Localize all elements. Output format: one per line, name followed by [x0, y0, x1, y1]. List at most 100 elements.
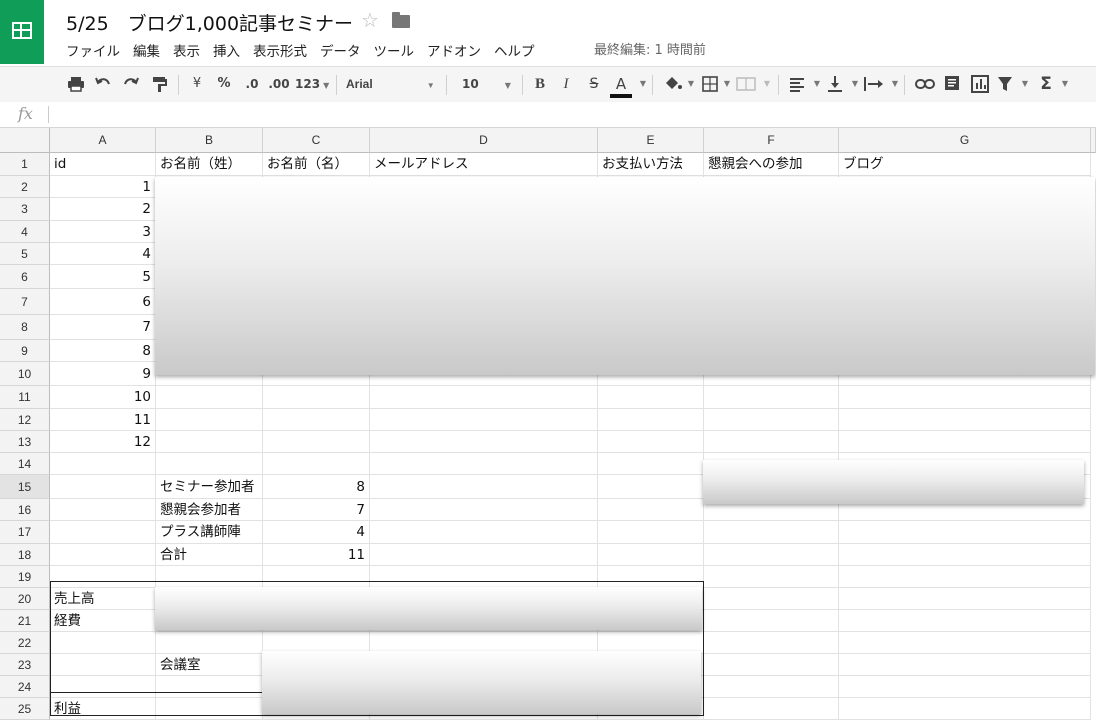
profit-label-cell[interactable]: 利益 — [50, 698, 156, 720]
id-cell[interactable]: 7 — [50, 315, 156, 340]
cell[interactable] — [156, 386, 263, 409]
cell[interactable] — [263, 453, 370, 475]
id-cell[interactable]: 3 — [50, 221, 156, 243]
header-cell[interactable]: お支払い方法 — [598, 153, 704, 176]
header-cell[interactable]: お名前（名） — [263, 153, 370, 176]
expenses-label-cell[interactable]: 経費 — [50, 610, 156, 632]
cell[interactable] — [704, 588, 839, 610]
merge-cells-icon[interactable] — [735, 73, 757, 95]
cell[interactable] — [370, 409, 598, 431]
row-header[interactable]: 14 — [0, 453, 50, 475]
cell[interactable] — [598, 544, 704, 566]
chevron-down-icon[interactable]: ▼ — [851, 73, 859, 95]
strikethrough-button[interactable]: S — [586, 73, 602, 95]
vertical-align-icon[interactable] — [826, 73, 844, 95]
id-cell[interactable]: 2 — [50, 198, 156, 221]
cell[interactable] — [598, 431, 704, 453]
cell[interactable] — [370, 566, 598, 588]
row-header[interactable]: 20 — [0, 588, 50, 610]
column-header-e[interactable]: E — [598, 128, 704, 153]
chevron-down-icon[interactable]: ▼ — [723, 73, 731, 95]
cell[interactable] — [598, 453, 704, 475]
header-cell[interactable]: id — [50, 153, 156, 176]
row-header[interactable]: 7 — [0, 289, 50, 315]
column-header-a[interactable]: A — [50, 128, 156, 153]
cell[interactable] — [598, 499, 704, 521]
row-header[interactable]: 1 — [0, 153, 50, 176]
comment-icon[interactable] — [943, 73, 961, 95]
star-icon[interactable]: ☆ — [361, 8, 379, 32]
id-cell[interactable]: 4 — [50, 243, 156, 265]
row-header[interactable]: 16 — [0, 499, 50, 521]
row-header[interactable]: 2 — [0, 176, 50, 198]
id-cell[interactable]: 12 — [50, 431, 156, 453]
menu-insert[interactable]: 挿入 — [213, 44, 240, 60]
chevron-down-icon[interactable]: ▼ — [687, 73, 695, 95]
font-family-select[interactable]: Arial ▼ — [346, 73, 436, 95]
column-header-c[interactable]: C — [263, 128, 370, 153]
cell[interactable] — [839, 676, 1091, 698]
row-header[interactable]: 10 — [0, 362, 50, 386]
row-header[interactable]: 22 — [0, 632, 50, 654]
row-header[interactable]: 4 — [0, 221, 50, 243]
cell[interactable] — [156, 566, 263, 588]
chevron-down-icon[interactable]: ▼ — [813, 73, 821, 95]
cell[interactable] — [370, 386, 598, 409]
cell[interactable] — [839, 654, 1091, 676]
header-cell[interactable]: お名前（姓） — [156, 153, 263, 176]
row-header[interactable]: 8 — [0, 315, 50, 340]
chevron-down-icon[interactable]: ▼ — [891, 73, 899, 95]
row-header[interactable]: 24 — [0, 676, 50, 698]
cell[interactable] — [50, 676, 156, 698]
horizontal-align-icon[interactable] — [788, 73, 806, 95]
cell[interactable] — [156, 453, 263, 475]
cell[interactable] — [839, 566, 1091, 588]
cell[interactable] — [50, 544, 156, 566]
cell[interactable] — [263, 386, 370, 409]
more-formats-button[interactable]: 123 ▼ — [295, 73, 329, 95]
menu-data[interactable]: データ — [320, 44, 361, 60]
text-wrapping-icon[interactable] — [862, 73, 886, 95]
text-color-button[interactable]: A — [610, 73, 632, 98]
chevron-down-icon[interactable]: ▼ — [639, 73, 647, 95]
cell[interactable] — [50, 566, 156, 588]
cell[interactable] — [263, 409, 370, 431]
row-header[interactable]: 23 — [0, 654, 50, 676]
row-header[interactable]: 18 — [0, 544, 50, 566]
cell[interactable] — [839, 521, 1091, 544]
menu-view[interactable]: 表示 — [173, 44, 200, 60]
row-header[interactable]: 3 — [0, 198, 50, 221]
cell[interactable] — [370, 544, 598, 566]
summary-label-cell[interactable]: セミナー参加者 — [156, 475, 263, 499]
chevron-down-icon[interactable]: ▼ — [1061, 73, 1069, 95]
paint-format-icon[interactable] — [150, 73, 170, 95]
bold-button[interactable]: B — [532, 73, 548, 95]
cell[interactable] — [704, 544, 839, 566]
chevron-down-icon[interactable]: ▼ — [763, 73, 771, 95]
summary-label-cell[interactable]: 合計 — [156, 544, 263, 566]
percent-format-button[interactable]: % — [216, 73, 232, 95]
cell[interactable] — [704, 386, 839, 409]
cell[interactable] — [598, 409, 704, 431]
row-header[interactable]: 15 — [0, 475, 50, 499]
cell[interactable] — [704, 409, 839, 431]
cell[interactable] — [50, 475, 156, 499]
undo-icon[interactable] — [93, 73, 113, 95]
cell[interactable] — [704, 431, 839, 453]
menu-edit[interactable]: 編集 — [133, 44, 160, 60]
cell[interactable] — [598, 521, 704, 544]
room-label-cell[interactable]: 会議室 — [156, 654, 263, 676]
fill-color-icon[interactable] — [662, 73, 684, 95]
cell[interactable] — [370, 521, 598, 544]
cell[interactable] — [839, 698, 1091, 720]
cell[interactable] — [704, 521, 839, 544]
chevron-down-icon[interactable]: ▼ — [1021, 73, 1029, 95]
cell[interactable] — [156, 698, 263, 720]
chart-icon[interactable] — [970, 73, 990, 95]
row-header[interactable]: 11 — [0, 386, 50, 409]
cell[interactable] — [839, 588, 1091, 610]
cell[interactable] — [839, 610, 1091, 632]
row-header[interactable]: 25 — [0, 698, 50, 720]
font-size-select[interactable]: 10 ▼ — [462, 73, 514, 95]
cell[interactable] — [839, 431, 1091, 453]
